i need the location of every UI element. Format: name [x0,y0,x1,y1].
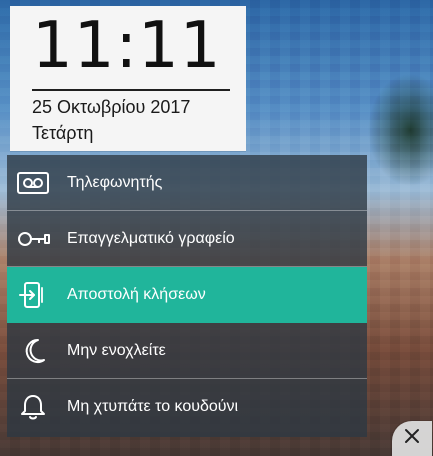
menu-item-label: Επαγγελματικό γραφείο [67,230,235,247]
close-icon [403,427,421,450]
menu-item-office[interactable]: Επαγγελματικό γραφείο [7,211,367,267]
menu-item-label: Μη χτυπάτε το κουδούνι [67,398,239,415]
options-menu: Τηλεφωνητής Επαγγελματικό γραφείο Αποστο… [7,155,367,437]
moon-icon [7,323,59,379]
voicemail-icon [7,155,59,211]
clock-time: 11:11 [32,9,222,83]
clock-day: Τετάρτη [32,123,94,143]
clock-divider [32,89,230,91]
clock-widget: 11:11 25 Οκτωβρίου 2017 Τετάρτη [10,6,246,151]
bell-icon [7,379,59,435]
menu-item-do-not-disturb[interactable]: Μην ενοχλείτε [7,323,367,379]
menu-item-label: Μην ενοχλείτε [67,342,166,359]
menu-item-label: Τηλεφωνητής [67,174,163,191]
menu-item-do-not-ring[interactable]: Μη χτυπάτε το κουδούνι [7,379,367,435]
key-icon [7,211,59,267]
close-button[interactable] [392,421,432,456]
menu-item-voicemail[interactable]: Τηλεφωνητής [7,155,367,211]
menu-item-call-forwarding[interactable]: Αποστολή κλήσεων [7,267,367,323]
menu-item-label: Αποστολή κλήσεων [67,286,206,303]
call-forward-icon [7,267,59,323]
clock-date: 25 Οκτωβρίου 2017 [32,97,191,117]
